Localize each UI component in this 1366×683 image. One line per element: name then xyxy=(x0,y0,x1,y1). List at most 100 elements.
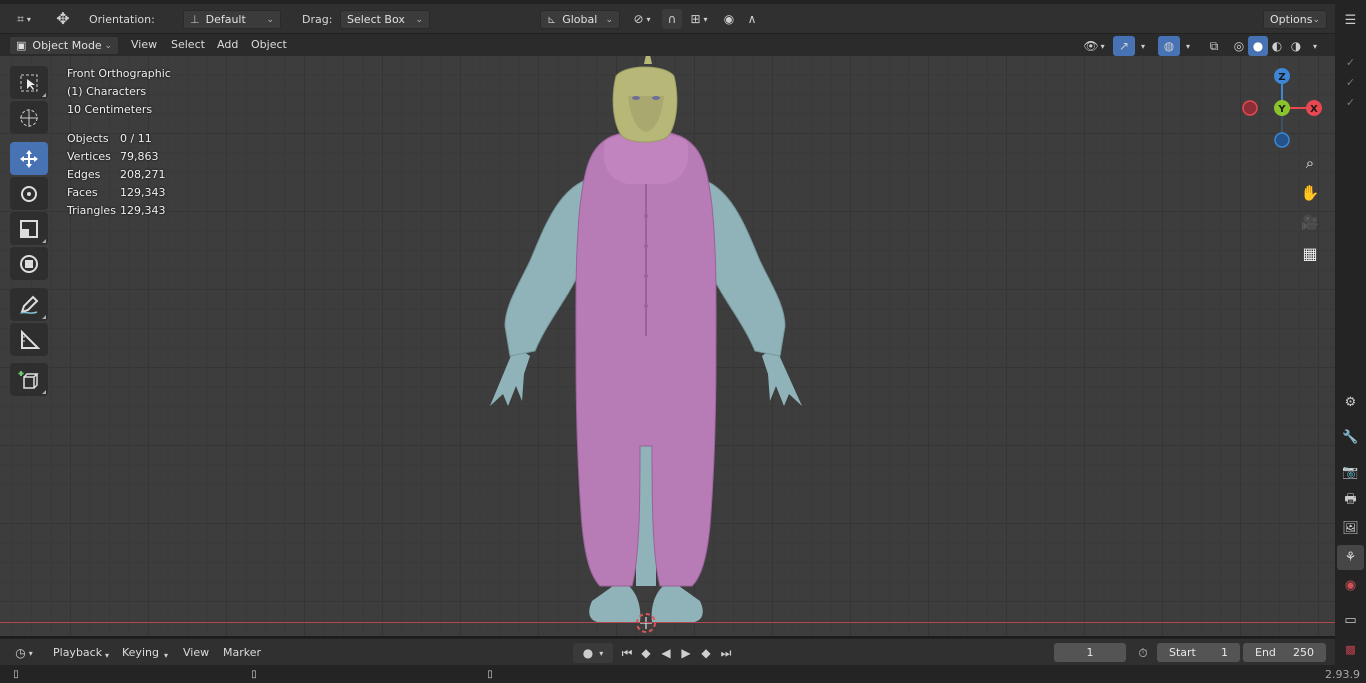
transform-tool[interactable] xyxy=(10,247,48,280)
annotate-tool[interactable] xyxy=(10,288,48,321)
texture-icon: ▩ xyxy=(1345,642,1356,656)
play-button[interactable]: ▶ xyxy=(677,643,695,663)
menu-view[interactable]: View xyxy=(131,38,157,54)
snap-toggle[interactable]: ∩ xyxy=(662,9,682,29)
pivot-icon: ⊘ xyxy=(633,12,644,26)
tab-tool[interactable]: 🔧 xyxy=(1337,425,1364,450)
add-cube-icon xyxy=(18,370,39,389)
move-tool[interactable] xyxy=(10,142,48,175)
camera-view-button[interactable]: 🎥 xyxy=(1297,210,1323,236)
shading-wireframe[interactable]: ◎ xyxy=(1229,36,1249,56)
shading-dropdown[interactable]: ▾ xyxy=(1307,36,1323,56)
mouse-right-icon: ▯ xyxy=(487,668,493,680)
tab-scene[interactable]: ⚘ xyxy=(1337,545,1364,570)
options-dropdown[interactable]: Options ⌄ xyxy=(1263,10,1327,29)
neg-x-axis-handle[interactable] xyxy=(1242,100,1258,116)
outliner-filter-button[interactable]: ☰ xyxy=(1337,8,1364,33)
chevron-down-icon: ▾ xyxy=(1312,41,1317,51)
tab-collection[interactable]: ▭ xyxy=(1337,608,1364,633)
pin-icon: ✓ xyxy=(1345,56,1356,69)
transform-orientation-dropdown[interactable]: ⊾ Global ⌄ xyxy=(540,10,620,29)
tab-texture[interactable]: ▩ xyxy=(1337,638,1364,660)
rotate-tool[interactable] xyxy=(10,177,48,210)
menu-marker[interactable]: Marker xyxy=(223,646,261,659)
end-frame-field[interactable]: End 250 xyxy=(1243,643,1326,662)
submenu-indicator xyxy=(42,390,46,394)
outliner-icon: ☰ xyxy=(1344,13,1357,28)
editor-type-button[interactable]: ⌗ ▾ xyxy=(8,9,40,29)
x-axis-label: X xyxy=(1310,104,1318,115)
tab-output[interactable]: 🖶 xyxy=(1337,488,1364,513)
gizmo-dropdown[interactable]: ▾ xyxy=(1136,36,1150,56)
auto-keying-toggle[interactable]: ● ▾ xyxy=(573,643,613,663)
menu-keying[interactable]: Keying xyxy=(122,646,159,659)
xray-toggle[interactable]: ⧉ xyxy=(1204,36,1224,56)
play-icon: ▶ xyxy=(681,646,691,660)
props-editor-type[interactable]: ⚙ xyxy=(1337,390,1364,415)
menu-select[interactable]: Select xyxy=(171,38,205,54)
scale-tool[interactable] xyxy=(10,212,48,245)
cursor-icon xyxy=(20,108,38,127)
clock-icon: ◷ xyxy=(15,646,26,660)
ortho-toggle-button[interactable]: ▦ xyxy=(1297,240,1323,266)
pan-button[interactable]: ✋ xyxy=(1297,180,1323,206)
tab-view-layer[interactable]: 🖼 xyxy=(1337,516,1364,541)
navigation-gizmo[interactable]: Z X Y xyxy=(1236,66,1326,156)
neg-z-axis-handle[interactable] xyxy=(1274,132,1290,148)
menu-playback[interactable]: Playback xyxy=(53,646,102,659)
orientation-icon: ⊥ xyxy=(190,13,200,26)
mode-dropdown[interactable]: ▣ Object Mode ⌄ xyxy=(9,36,119,55)
proportional-edit-toggle[interactable]: ◉ xyxy=(720,9,738,29)
stat-label: Objects xyxy=(67,132,109,145)
chevron-down-icon: ⌄ xyxy=(266,14,274,25)
chevron-down-icon: ▾ xyxy=(646,14,651,24)
3d-viewport[interactable] xyxy=(0,56,1335,636)
start-value: 1 xyxy=(1221,646,1228,659)
use-preview-range-toggle[interactable]: ⏱ xyxy=(1133,643,1153,663)
menu-object[interactable]: Object xyxy=(251,38,287,54)
pin-button[interactable]: ✓ xyxy=(1337,90,1364,115)
snap-target-button[interactable]: ⊞ ▾ xyxy=(684,9,714,29)
pin-icon: ✓ xyxy=(1345,76,1356,89)
stat-value: 129,343 xyxy=(120,186,166,199)
visibility-button[interactable]: 👁 ▾ xyxy=(1079,36,1109,56)
measure-tool[interactable] xyxy=(10,323,48,356)
shading-rendered[interactable]: ◑ xyxy=(1286,36,1306,56)
chevron-down-icon[interactable]: ▾ xyxy=(101,645,113,665)
pivot-point-button[interactable]: ⊘ ▾ xyxy=(626,9,658,29)
shading-material[interactable]: ◐ xyxy=(1267,36,1287,56)
drag-dropdown[interactable]: Select Box ⌄ xyxy=(340,10,430,29)
chevron-down-icon: ⌄ xyxy=(415,14,423,25)
jump-end-button[interactable]: ⏭ xyxy=(717,643,735,663)
prev-keyframe-button[interactable]: ◆ xyxy=(637,643,655,663)
play-reverse-button[interactable]: ◀ xyxy=(657,643,675,663)
overlays-dropdown[interactable]: ▾ xyxy=(1181,36,1195,56)
stat-value: 208,271 xyxy=(120,168,166,181)
chevron-down-icon[interactable]: ▾ xyxy=(160,645,172,665)
select-box-tool[interactable] xyxy=(10,66,48,99)
gizmo-toggle[interactable]: ↗ xyxy=(1113,36,1135,56)
tab-render[interactable]: 📷 xyxy=(1337,460,1364,485)
image-icon: 🖼 xyxy=(1342,521,1359,536)
timeline-editor-type[interactable]: ◷ ▾ xyxy=(8,643,40,663)
falloff-button[interactable]: ∧ xyxy=(740,9,764,29)
next-keyframe-button[interactable]: ◆ xyxy=(697,643,715,663)
add-cube-tool[interactable] xyxy=(10,363,48,396)
current-frame-field[interactable]: 1 xyxy=(1054,643,1126,662)
properties-icon: ⚙ xyxy=(1344,395,1357,410)
stat-value: 0 / 11 xyxy=(120,132,152,145)
zoom-button[interactable]: ⌕ xyxy=(1297,150,1323,176)
mode-value: Object Mode xyxy=(32,39,102,52)
wireframe-sphere-icon: ◎ xyxy=(1233,39,1245,53)
menu-add[interactable]: Add xyxy=(217,38,238,54)
stat-label: Edges xyxy=(67,168,101,181)
move-tool-icon[interactable]: ✥ xyxy=(50,8,76,28)
jump-start-button[interactable]: ⏮ xyxy=(618,643,636,663)
start-frame-field[interactable]: Start 1 xyxy=(1157,643,1240,662)
cursor-tool[interactable] xyxy=(10,101,48,134)
tab-world[interactable]: ◉ xyxy=(1337,573,1364,598)
menu-timeline-view[interactable]: View xyxy=(183,646,209,659)
orientation-dropdown[interactable]: ⊥ Default ⌄ xyxy=(183,10,281,29)
shading-solid[interactable]: ● xyxy=(1248,36,1268,56)
overlays-toggle[interactable]: ◍ xyxy=(1158,36,1180,56)
